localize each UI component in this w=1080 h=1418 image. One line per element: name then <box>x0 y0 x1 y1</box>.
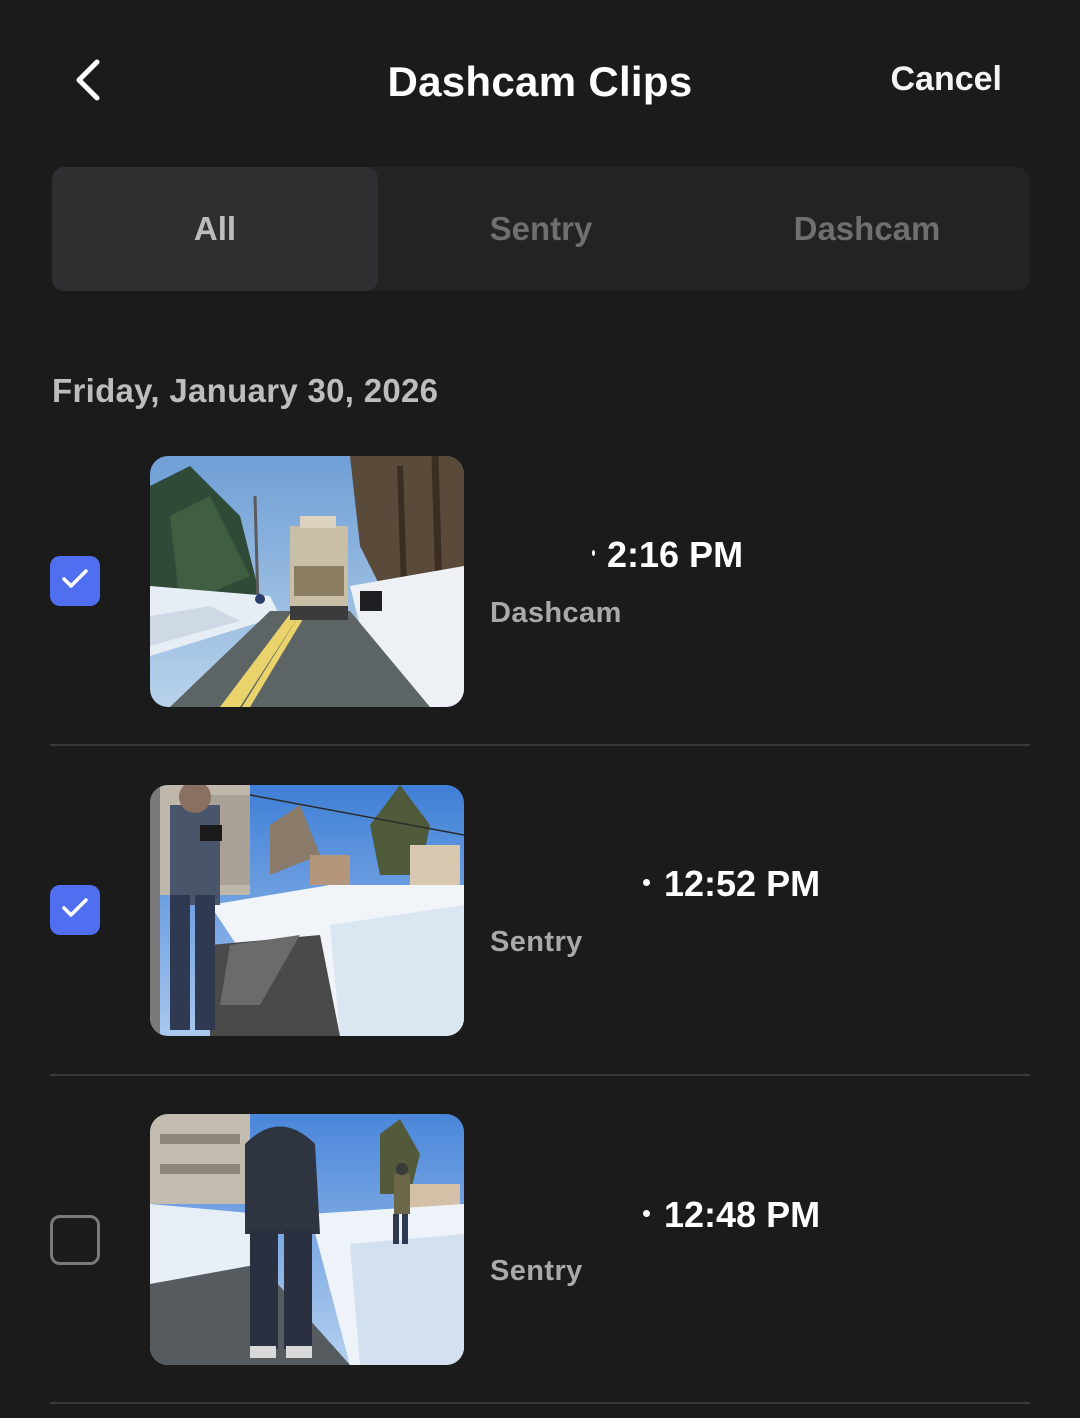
clip-time: 12:48 PM <box>643 1194 820 1236</box>
tab-dashcam[interactable]: Dashcam <box>704 167 1030 291</box>
clip-type-label: Sentry <box>490 926 583 958</box>
clip-thumbnail[interactable] <box>150 456 464 707</box>
clip-type-label: Sentry <box>490 1255 583 1287</box>
clip-type-label: Dashcam <box>490 597 622 629</box>
date-group-header: Friday, January 30, 2026 <box>52 372 439 409</box>
clip-checkbox[interactable] <box>50 885 100 935</box>
tab-all[interactable]: All <box>52 167 378 291</box>
bullet-icon <box>643 1209 650 1217</box>
checkmark-icon <box>61 897 89 924</box>
clip-time: 2:16 PM <box>592 534 743 576</box>
tab-sentry[interactable]: Sentry <box>378 167 704 291</box>
clip-row[interactable]: 2:16 PM Dashcam <box>0 420 1080 745</box>
header-bar: Dashcam Clips Cancel <box>0 0 1080 160</box>
clip-row[interactable]: 12:48 PM Sentry <box>0 1076 1080 1404</box>
clip-checkbox[interactable] <box>50 1215 100 1265</box>
clip-row[interactable]: 12:52 PM Sentry <box>0 746 1080 1074</box>
row-divider <box>50 1402 1030 1404</box>
clip-thumbnail[interactable] <box>150 1114 464 1365</box>
filter-segmented-control: All Sentry Dashcam <box>52 167 1030 291</box>
clip-time: 12:52 PM <box>643 863 820 905</box>
clip-thumbnail[interactable] <box>150 785 464 1036</box>
checkmark-icon <box>61 568 89 595</box>
clip-checkbox[interactable] <box>50 556 100 606</box>
cancel-button[interactable]: Cancel <box>891 60 1003 99</box>
bullet-icon <box>592 550 595 557</box>
bullet-icon <box>643 878 650 886</box>
